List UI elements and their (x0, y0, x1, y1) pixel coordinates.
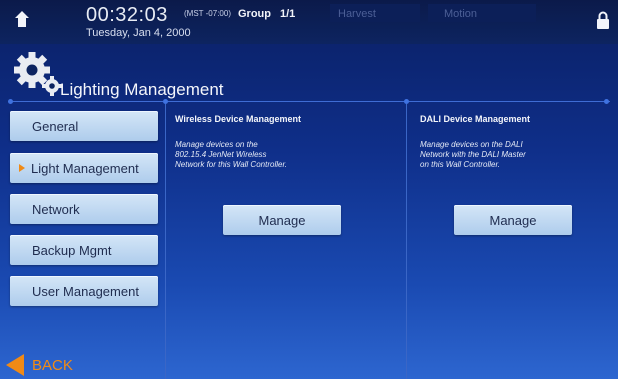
nav-item-backup-mgmt[interactable]: Backup Mgmt (10, 235, 158, 265)
motion-label: Motion (444, 8, 478, 20)
wireless-manage-button[interactable]: Manage (223, 205, 341, 235)
wireless-panel-title: Wireless Device Management (175, 114, 301, 124)
selected-arrow-icon (19, 164, 25, 172)
group-count: 1/1 (280, 8, 296, 20)
nav-item-label: General (32, 118, 79, 134)
nav-item-label: Backup Mgmt (32, 242, 112, 258)
group-label: Group (238, 8, 271, 20)
nav-item-network[interactable]: Network (10, 194, 158, 224)
nav-item-user-management[interactable]: User Management (10, 276, 158, 306)
nav-item-light-management[interactable]: Light Management (10, 153, 158, 183)
panel-divider (165, 104, 166, 379)
timezone-label: (MST -07:00) (184, 9, 231, 18)
divider-dot (8, 99, 13, 104)
dali-manage-button[interactable]: Manage (454, 205, 572, 235)
status-bar: 00:32:03 (MST -07:00) Tuesday, Jan 4, 20… (0, 0, 618, 44)
clock-date: Tuesday, Jan 4, 2000 (86, 27, 191, 39)
panel-divider (406, 104, 407, 379)
wireless-panel-description: Manage devices on the 802.15.4 JenNet Wi… (175, 140, 288, 169)
nav-item-general[interactable]: General (10, 111, 158, 141)
nav-item-label: User Management (32, 283, 139, 299)
clock-time: 00:32:03 (86, 4, 168, 26)
home-icon[interactable] (14, 10, 30, 28)
harvest-label: Harvest (338, 8, 376, 20)
dali-panel-title: DALI Device Management (420, 114, 531, 124)
back-label: BACK (32, 357, 73, 374)
back-arrow-icon (6, 354, 24, 376)
header-divider (8, 101, 610, 102)
nav-item-label: Network (32, 201, 80, 217)
gear-icon (14, 52, 62, 96)
divider-dot (604, 99, 609, 104)
page-title: Lighting Management (60, 80, 224, 99)
nav-item-label: Light Management (31, 160, 139, 176)
lock-icon[interactable] (596, 10, 610, 30)
dali-panel-description: Manage devices on the DALI Network with … (420, 140, 526, 169)
